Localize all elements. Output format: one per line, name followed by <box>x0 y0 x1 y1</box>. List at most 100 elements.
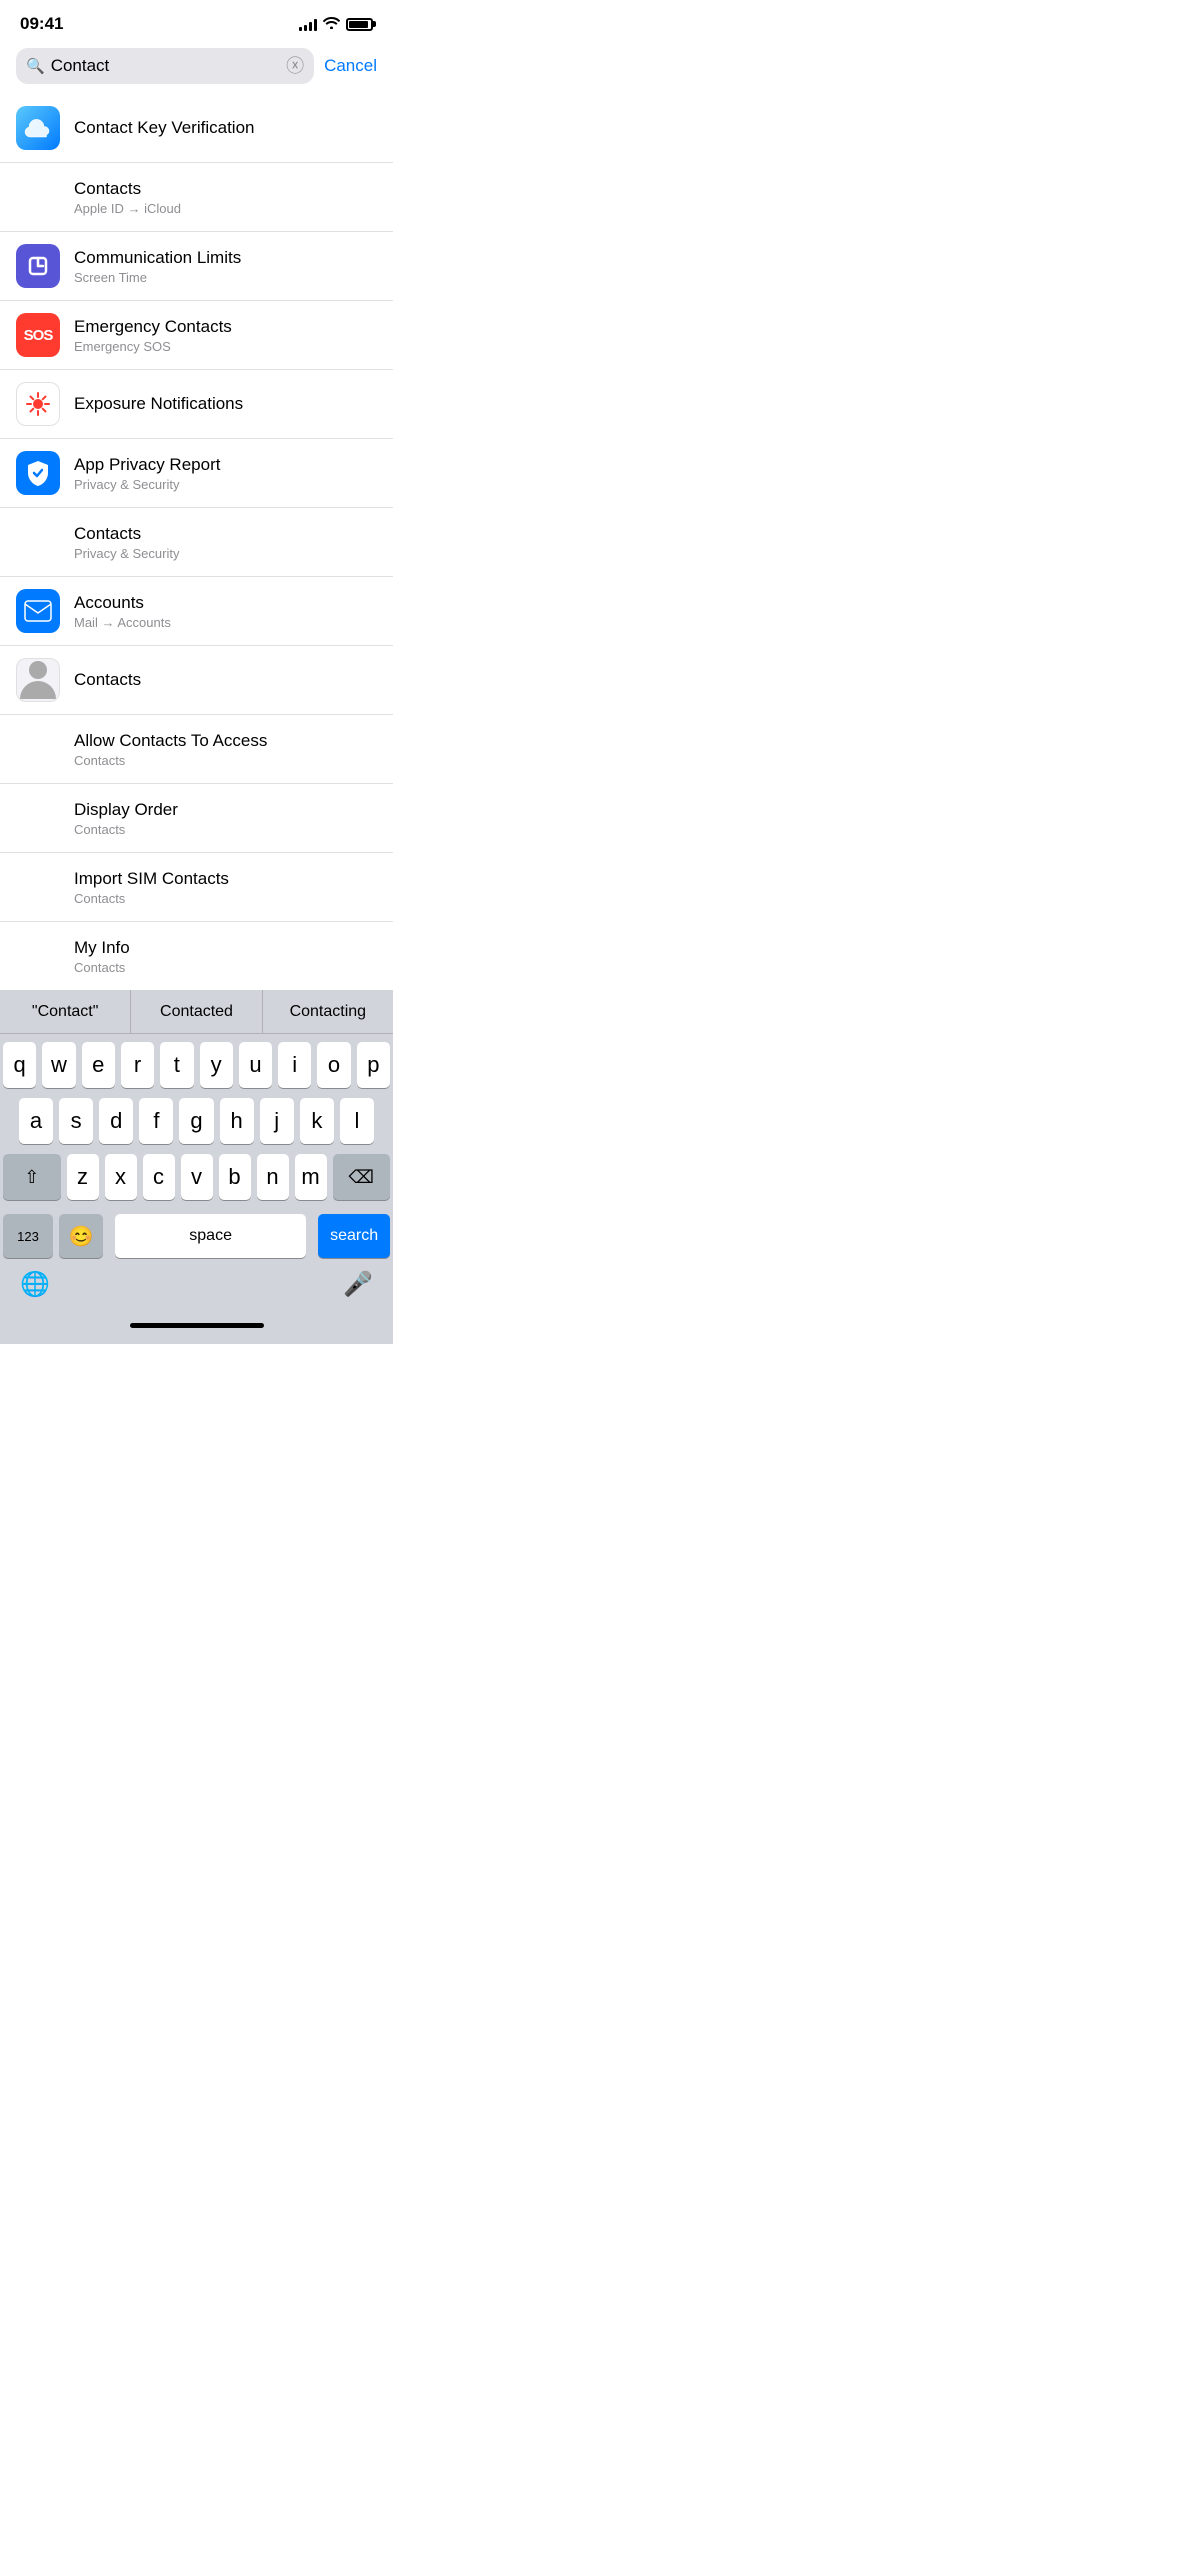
globe-mic-row: 🌐 🎤 <box>0 1266 393 1319</box>
result-text: Accounts Mail → Accounts <box>74 593 171 630</box>
no-icon-placeholder <box>16 175 60 219</box>
key-y[interactable]: y <box>200 1042 233 1088</box>
key-d[interactable]: d <box>99 1098 133 1144</box>
autocomplete-bar: "Contact" Contacted Contacting <box>0 990 393 1034</box>
battery-icon <box>346 18 373 31</box>
result-subtitle: Contacts <box>74 960 130 975</box>
result-text: App Privacy Report Privacy & Security <box>74 455 220 492</box>
key-r[interactable]: r <box>121 1042 154 1088</box>
shift-key[interactable]: ⇧ <box>3 1154 61 1200</box>
cancel-button[interactable]: Cancel <box>324 56 377 76</box>
key-l[interactable]: l <box>340 1098 374 1144</box>
result-item-display-order[interactable]: Display Order Contacts <box>0 784 393 853</box>
key-rows: q w e r t y u i o p a s d f g h j k l ⇧ … <box>0 1034 393 1214</box>
result-text: Communication Limits Screen Time <box>74 248 241 285</box>
status-time: 09:41 <box>20 14 63 34</box>
key-c[interactable]: c <box>143 1154 175 1200</box>
result-subtitle: Apple ID → iCloud <box>74 201 181 216</box>
result-item-app-privacy-report[interactable]: App Privacy Report Privacy & Security <box>0 439 393 508</box>
status-icons <box>299 16 373 32</box>
result-text: Display Order Contacts <box>74 800 178 837</box>
key-w[interactable]: w <box>42 1042 75 1088</box>
key-f[interactable]: f <box>139 1098 173 1144</box>
key-s[interactable]: s <box>59 1098 93 1144</box>
result-text: Exposure Notifications <box>74 394 243 414</box>
key-p[interactable]: p <box>357 1042 390 1088</box>
search-input-wrapper[interactable]: 🔍 ⓧ <box>16 48 314 84</box>
no-icon-placeholder <box>16 934 60 978</box>
delete-key[interactable]: ⌫ <box>333 1154 391 1200</box>
home-indicator <box>130 1323 264 1328</box>
key-k[interactable]: k <box>300 1098 334 1144</box>
key-v[interactable]: v <box>181 1154 213 1200</box>
result-title: Emergency Contacts <box>74 317 232 337</box>
no-icon-placeholder <box>16 796 60 840</box>
wifi-icon <box>323 16 340 32</box>
result-item-accounts-mail[interactable]: Accounts Mail → Accounts <box>0 577 393 646</box>
result-subtitle: Contacts <box>74 822 178 837</box>
autocomplete-item-1[interactable]: Contacted <box>131 990 262 1033</box>
key-q[interactable]: q <box>3 1042 36 1088</box>
key-i[interactable]: i <box>278 1042 311 1088</box>
key-t[interactable]: t <box>160 1042 193 1088</box>
search-icon: 🔍 <box>26 57 45 75</box>
result-title: Communication Limits <box>74 248 241 268</box>
result-title: Display Order <box>74 800 178 820</box>
autocomplete-item-2[interactable]: Contacting <box>263 990 393 1033</box>
key-g[interactable]: g <box>179 1098 213 1144</box>
key-h[interactable]: h <box>220 1098 254 1144</box>
no-icon-placeholder <box>16 520 60 564</box>
clear-button[interactable]: ⓧ <box>286 57 304 75</box>
result-text: Contacts <box>74 670 141 690</box>
space-key[interactable]: space <box>115 1214 306 1258</box>
emoji-key[interactable]: 😊 <box>59 1214 103 1258</box>
autocomplete-item-0[interactable]: "Contact" <box>0 990 131 1033</box>
result-item-contacts-privacy[interactable]: Contacts Privacy & Security <box>0 508 393 577</box>
result-item-communication-limits[interactable]: Communication Limits Screen Time <box>0 232 393 301</box>
result-subtitle: Privacy & Security <box>74 477 220 492</box>
result-item-allow-contacts-access[interactable]: Allow Contacts To Access Contacts <box>0 715 393 784</box>
mail-icon <box>16 589 60 633</box>
result-subtitle: Mail → Accounts <box>74 615 171 630</box>
result-item-emergency-contacts[interactable]: SOS Emergency Contacts Emergency SOS <box>0 301 393 370</box>
exposure-icon <box>16 382 60 426</box>
key-x[interactable]: x <box>105 1154 137 1200</box>
globe-icon[interactable]: 🌐 <box>20 1270 50 1299</box>
key-j[interactable]: j <box>260 1098 294 1144</box>
result-subtitle: Privacy & Security <box>74 546 179 561</box>
result-item-import-sim-contacts[interactable]: Import SIM Contacts Contacts <box>0 853 393 922</box>
key-o[interactable]: o <box>317 1042 350 1088</box>
result-title: Contacts <box>74 524 179 544</box>
result-subtitle: Contacts <box>74 753 267 768</box>
key-a[interactable]: a <box>19 1098 53 1144</box>
screentime-icon <box>16 244 60 288</box>
icloud-icon <box>16 106 60 150</box>
result-item-contact-key-verification[interactable]: Contact Key Verification <box>0 94 393 163</box>
result-item-contacts-app[interactable]: Contacts <box>0 646 393 715</box>
result-item-contacts-icloud[interactable]: Contacts Apple ID → iCloud <box>0 163 393 232</box>
result-item-exposure-notifications[interactable]: Exposure Notifications <box>0 370 393 439</box>
key-m[interactable]: m <box>295 1154 327 1200</box>
search-bar: 🔍 ⓧ Cancel <box>0 40 393 94</box>
key-row-3: ⇧ z x c v b n m ⌫ <box>3 1154 390 1200</box>
key-e[interactable]: e <box>82 1042 115 1088</box>
search-key[interactable]: search <box>318 1214 390 1258</box>
result-subtitle: Contacts <box>74 891 229 906</box>
key-z[interactable]: z <box>67 1154 99 1200</box>
result-item-my-info[interactable]: My Info Contacts <box>0 922 393 990</box>
status-bar: 09:41 <box>0 0 393 40</box>
key-u[interactable]: u <box>239 1042 272 1088</box>
key-b[interactable]: b <box>219 1154 251 1200</box>
result-title: Allow Contacts To Access <box>74 731 267 751</box>
sos-icon: SOS <box>16 313 60 357</box>
result-title: Contacts <box>74 179 181 199</box>
numbers-key[interactable]: 123 <box>3 1214 53 1258</box>
key-n[interactable]: n <box>257 1154 289 1200</box>
result-title: Import SIM Contacts <box>74 869 229 889</box>
mic-icon[interactable]: 🎤 <box>343 1270 373 1299</box>
result-text: Contacts Privacy & Security <box>74 524 179 561</box>
privacy-icon <box>16 451 60 495</box>
search-input[interactable] <box>51 56 280 76</box>
key-row-2: a s d f g h j k l <box>3 1098 390 1144</box>
result-subtitle: Emergency SOS <box>74 339 232 354</box>
